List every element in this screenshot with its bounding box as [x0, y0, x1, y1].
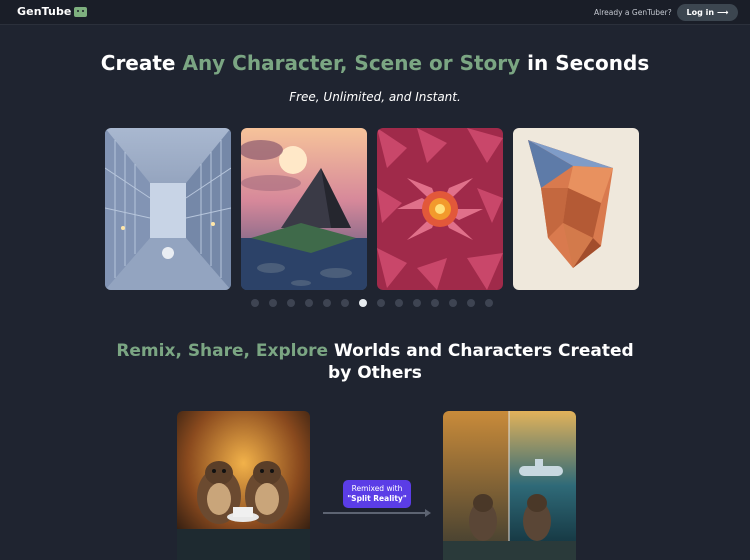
carousel-dot[interactable]: [323, 299, 331, 307]
carousel-dot[interactable]: [467, 299, 475, 307]
robot-logo-icon: [74, 6, 88, 17]
carousel-dot[interactable]: [485, 299, 493, 307]
brand-logo-link[interactable]: GenTube: [17, 5, 88, 18]
carousel-dot[interactable]: [395, 299, 403, 307]
carousel-dot[interactable]: [305, 299, 313, 307]
otters-tea-photo: [177, 411, 310, 560]
carousel-dot[interactable]: [413, 299, 421, 307]
carousel-card-corridor[interactable]: [105, 128, 231, 290]
carousel-card-face[interactable]: [513, 128, 639, 290]
carousel-dot[interactable]: [449, 299, 457, 307]
pink-geometric-flower-image: [377, 128, 503, 290]
futuristic-corridor-image: [105, 128, 231, 290]
floating-island-sunset-image: [241, 128, 367, 290]
hero-title-start: Create: [100, 51, 183, 75]
remix-arrow-line: [323, 512, 427, 514]
carousel-dot[interactable]: [431, 299, 439, 307]
arrow-right-icon: [425, 509, 431, 517]
remix-badge-line1: Remixed with: [351, 484, 403, 493]
carousel-dot[interactable]: [251, 299, 259, 307]
carousel-dot-active[interactable]: [359, 299, 367, 307]
arrow-right-icon: ⟶: [717, 8, 729, 17]
hero-title-accent: Any Character, Scene or Story: [182, 51, 521, 75]
carousel-dot[interactable]: [377, 299, 385, 307]
remix-badge-line2: "Split Reality": [347, 494, 407, 503]
carousel-pagination: [251, 299, 493, 307]
hero-title: Create Any Character, Scene or Story in …: [0, 51, 750, 75]
remixed-otters-image[interactable]: [443, 411, 576, 560]
already-member-text: Already a GenTuber?: [594, 8, 672, 17]
carousel-dot[interactable]: [269, 299, 277, 307]
section-title-line2: by Others: [328, 363, 422, 383]
carousel-card-island[interactable]: [241, 128, 367, 290]
low-poly-face-sculpture-image: [513, 128, 639, 290]
original-otters-image[interactable]: [177, 411, 310, 560]
carousel-dot[interactable]: [341, 299, 349, 307]
hero-subtitle: Free, Unlimited, and Instant.: [289, 90, 461, 104]
carousel-card-flower[interactable]: [377, 128, 503, 290]
top-nav-bar: GenTube Already a GenTuber? Log in ⟶: [0, 0, 750, 25]
remix-badge: Remixed with "Split Reality": [343, 480, 411, 508]
carousel-dot[interactable]: [287, 299, 295, 307]
section-title-accent: Remix, Share, Explore: [116, 341, 329, 361]
remix-section-title: Remix, Share, Explore Worlds and Charact…: [0, 340, 750, 384]
section-title-rest: Worlds and Characters Created: [328, 341, 634, 361]
hero-title-end: in Seconds: [520, 51, 650, 75]
split-reality-otters-photo: [443, 411, 576, 560]
brand-name: GenTube: [17, 5, 72, 18]
login-label: Log in: [686, 8, 715, 17]
login-button[interactable]: Log in ⟶: [677, 4, 738, 21]
